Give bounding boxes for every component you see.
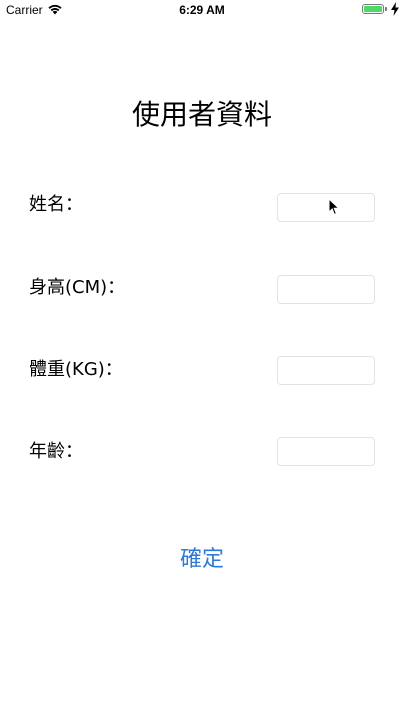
battery-level bbox=[364, 6, 382, 12]
confirm-button[interactable]: 確定 bbox=[152, 543, 252, 577]
app-screen: Carrier 6:29 AM 使用者資料 姓名： 身高(CM)： 體重(KG)… bbox=[0, 0, 404, 720]
weight-input[interactable] bbox=[277, 356, 375, 385]
page-title: 使用者資料 bbox=[131, 98, 272, 131]
battery-tip bbox=[385, 7, 387, 11]
mouse-pointer-icon bbox=[328, 198, 340, 216]
status-bar: Carrier 6:29 AM bbox=[0, 0, 404, 20]
charging-bolt-icon bbox=[391, 2, 399, 16]
height-label: 身高(CM)： bbox=[29, 277, 126, 298]
age-input[interactable] bbox=[277, 437, 375, 466]
name-input[interactable] bbox=[277, 193, 375, 222]
age-label: 年齡： bbox=[29, 441, 83, 462]
weight-label: 體重(KG)： bbox=[29, 359, 123, 380]
name-label: 姓名： bbox=[29, 194, 83, 215]
status-time: 6:29 AM bbox=[179, 3, 225, 17]
battery-icon bbox=[362, 4, 384, 14]
height-input[interactable] bbox=[277, 275, 375, 304]
